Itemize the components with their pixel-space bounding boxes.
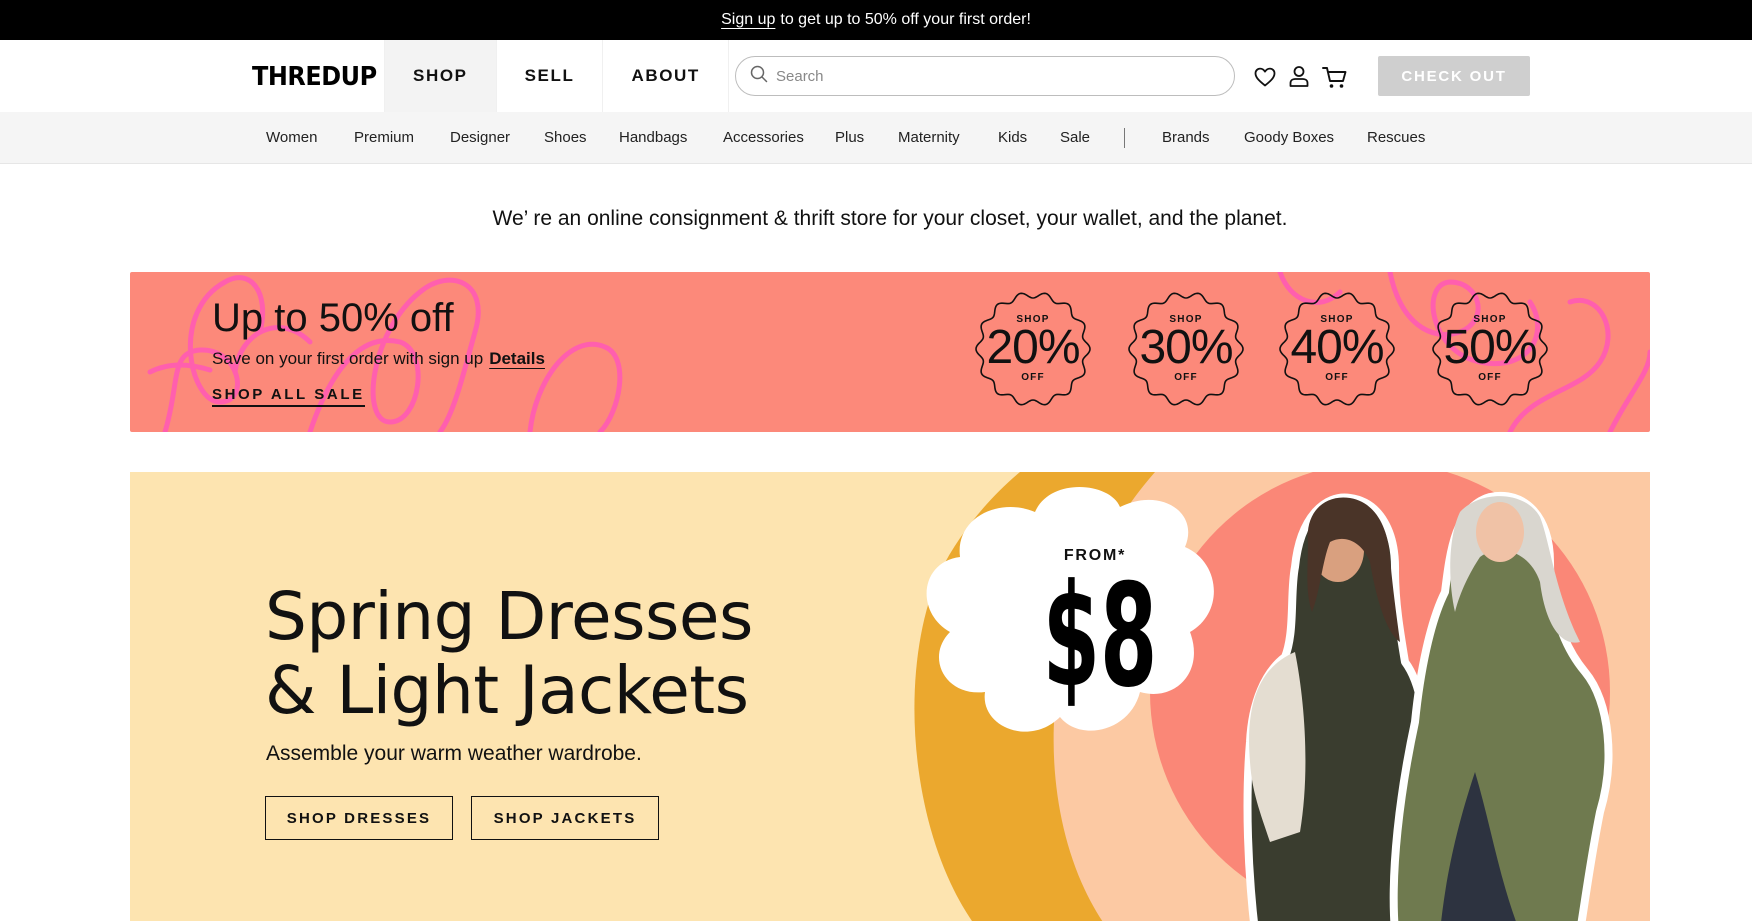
- hero-artwork: [914, 472, 1650, 921]
- category-sale[interactable]: Sale: [1060, 129, 1090, 146]
- search-box[interactable]: [735, 56, 1235, 96]
- promo-bar: Sign up to get up to 50% off your first …: [0, 0, 1752, 40]
- badge-40-label-bottom: OFF: [1325, 372, 1349, 383]
- category-divider: [1124, 128, 1125, 148]
- sale-title: Up to 50% off: [212, 296, 454, 340]
- promo-text: to get up to 50% off your first order!: [780, 11, 1031, 28]
- hero-title-line1: Spring Dresses: [265, 578, 753, 655]
- badge-40-off[interactable]: SHOP 40% OFF: [1278, 290, 1396, 408]
- badge-50-value: 50%: [1443, 321, 1537, 374]
- shop-all-sale-link[interactable]: SHOP ALL SALE: [212, 386, 365, 407]
- search-input[interactable]: [776, 67, 1196, 85]
- nav-tab-sell[interactable]: SELL: [497, 40, 604, 112]
- sale-subtitle-text: Save on your first order with sign up: [212, 349, 484, 368]
- category-designer[interactable]: Designer: [450, 129, 510, 146]
- category-shoes[interactable]: Shoes: [544, 129, 587, 146]
- hero-title-line2: & Light Jackets: [265, 652, 749, 729]
- badge-50-label-bottom: OFF: [1478, 372, 1502, 383]
- badge-40-value: 40%: [1290, 321, 1384, 374]
- site-header: THREDUP SHOP SELL ABOUT CHECK OUT: [0, 40, 1752, 112]
- nav-tab-shop[interactable]: SHOP: [385, 40, 497, 112]
- hero-title: Spring Dresses & Light Jackets: [265, 580, 753, 728]
- price-amount: $8: [1042, 554, 1158, 719]
- category-premium[interactable]: Premium: [354, 129, 414, 146]
- tagline: We’ re an online consignment & thrift st…: [492, 207, 1288, 230]
- category-kids[interactable]: Kids: [998, 129, 1027, 146]
- badge-20-label-bottom: OFF: [1021, 372, 1045, 383]
- category-rescues[interactable]: Rescues: [1367, 129, 1425, 146]
- main-nav: SHOP SELL ABOUT: [384, 40, 729, 112]
- checkout-button[interactable]: CHECK OUT: [1378, 56, 1530, 96]
- nav-tab-about[interactable]: ABOUT: [603, 40, 729, 112]
- logo[interactable]: THREDUP: [252, 62, 377, 92]
- sale-banner[interactable]: Up to 50% off Save on your first order w…: [130, 272, 1650, 432]
- search-icon: [750, 65, 768, 88]
- cart-icon[interactable]: [1322, 65, 1347, 89]
- badge-30-off[interactable]: SHOP 30% OFF: [1127, 290, 1245, 408]
- category-plus[interactable]: Plus: [835, 129, 864, 146]
- category-brands[interactable]: Brands: [1162, 129, 1210, 146]
- category-maternity[interactable]: Maternity: [898, 129, 960, 146]
- sale-subtitle: Save on your first order with sign up Det…: [212, 349, 545, 369]
- badge-20-value: 20%: [986, 321, 1080, 374]
- category-women[interactable]: Women: [266, 129, 317, 146]
- shop-dresses-button[interactable]: SHOP DRESSES: [265, 796, 453, 840]
- user-icon[interactable]: [1287, 64, 1311, 88]
- heart-icon[interactable]: [1253, 65, 1277, 89]
- category-nav: Women Premium Designer Shoes Handbags Ac…: [0, 112, 1752, 164]
- badge-20-off[interactable]: SHOP 20% OFF: [974, 290, 1092, 408]
- shop-jackets-button[interactable]: SHOP JACKETS: [471, 796, 659, 840]
- badge-50-off[interactable]: SHOP 50% OFF: [1431, 290, 1549, 408]
- sale-details-link[interactable]: Details: [489, 349, 545, 368]
- hero-subtitle: Assemble your warm weather wardrobe.: [266, 742, 642, 765]
- category-accessories[interactable]: Accessories: [723, 129, 804, 146]
- category-handbags[interactable]: Handbags: [619, 129, 687, 146]
- badge-30-label-bottom: OFF: [1174, 372, 1198, 383]
- category-goody-boxes[interactable]: Goody Boxes: [1244, 129, 1334, 146]
- badge-30-value: 30%: [1139, 321, 1233, 374]
- hero-banner: Spring Dresses & Light Jackets Assemble …: [130, 472, 1650, 921]
- promo-signup-link[interactable]: Sign up: [721, 11, 775, 29]
